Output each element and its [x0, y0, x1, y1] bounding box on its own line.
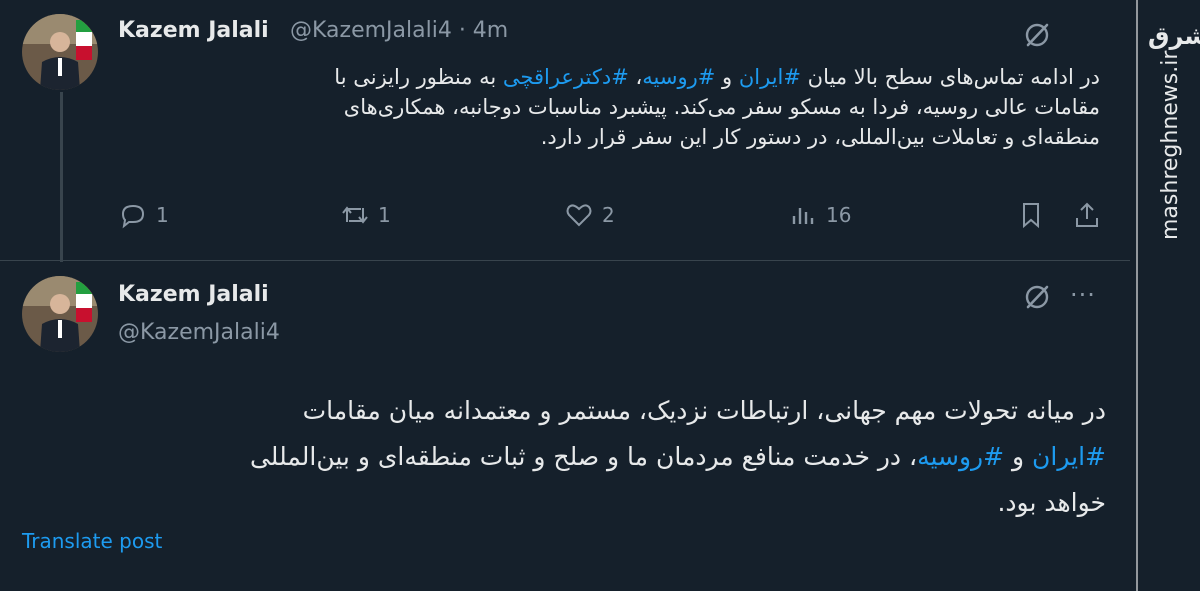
repost-count: 1	[378, 203, 391, 227]
tweet-text-line: خواهد بود.	[997, 488, 1106, 517]
text-segment: ،	[628, 65, 643, 89]
text-segment: و	[715, 65, 739, 89]
tweet-text-line: در میانه تحولات مهم جهانی، ارتباطات نزدی…	[302, 396, 1106, 425]
hashtag-link[interactable]: #ایران	[1032, 442, 1106, 471]
tweet-text-line: #ایران و #روسیه، در خدمت منافع مردمان ما…	[40, 434, 1106, 480]
text-segment: به منظور رایزنی با	[334, 65, 503, 89]
tweet-text-line: مقامات عالی روسیه، فردا به مسکو سفر می‌ک…	[343, 95, 1100, 119]
hashtag-link[interactable]: #دکترعراقچی	[503, 65, 629, 89]
like-button[interactable]: 2	[564, 198, 615, 232]
author-handle-time[interactable]: @KazemJalali4 · 4m	[290, 18, 508, 43]
views-count: 16	[826, 203, 852, 227]
tweet-text: در ادامه تماس‌های سطح بالا میان #ایران و…	[118, 62, 1100, 152]
tweet-divider	[0, 260, 1130, 261]
thread-connector-line	[60, 92, 63, 262]
author-name[interactable]: Kazem Jalali	[118, 18, 269, 43]
watermark-logo: مشرق	[1148, 22, 1200, 50]
repost-icon	[342, 206, 368, 224]
reply-button[interactable]: 1	[118, 198, 169, 232]
bookmark-button[interactable]	[1016, 198, 1054, 232]
text-segment: و	[1004, 442, 1033, 471]
like-count: 2	[602, 203, 615, 227]
watermark-border	[1136, 0, 1138, 591]
grok-icon[interactable]	[1022, 20, 1052, 50]
hashtag-link[interactable]: #روسیه	[642, 65, 715, 89]
share-button[interactable]	[1072, 198, 1110, 232]
tweet-text-line: منطقه‌ای و تعاملات بین‌المللی، در دستور …	[540, 125, 1100, 149]
more-options-button[interactable]: ···	[1070, 281, 1096, 309]
reply-count: 1	[156, 203, 169, 227]
views-icon	[792, 208, 814, 224]
bookmark-icon	[1023, 203, 1039, 229]
text-segment: ، در خدمت منافع مردمان ما و صلح و ثبات م…	[249, 442, 918, 471]
author-name[interactable]: Kazem Jalali	[118, 282, 269, 307]
author-handle[interactable]: @KazemJalali4	[118, 320, 280, 345]
translate-post-link[interactable]: Translate post	[22, 529, 162, 553]
like-icon	[566, 204, 592, 227]
share-icon	[1076, 202, 1098, 227]
tweet-text-line: در ادامه تماس‌های سطح بالا میان #ایران و…	[118, 62, 1100, 92]
avatar[interactable]	[22, 14, 98, 90]
tweet-text: در میانه تحولات مهم جهانی، ارتباطات نزدی…	[40, 388, 1106, 526]
repost-button[interactable]: 1	[340, 198, 391, 232]
grok-icon[interactable]	[1022, 282, 1052, 312]
watermark-site: mashreghnews.ir	[1158, 50, 1183, 240]
views-button[interactable]: 16	[788, 198, 851, 232]
reply-icon	[121, 204, 145, 229]
avatar[interactable]	[22, 276, 98, 352]
hashtag-link[interactable]: #روسیه	[917, 442, 1004, 471]
text-segment: در ادامه تماس‌های سطح بالا میان	[800, 65, 1100, 89]
hashtag-link[interactable]: #ایران	[739, 65, 801, 89]
